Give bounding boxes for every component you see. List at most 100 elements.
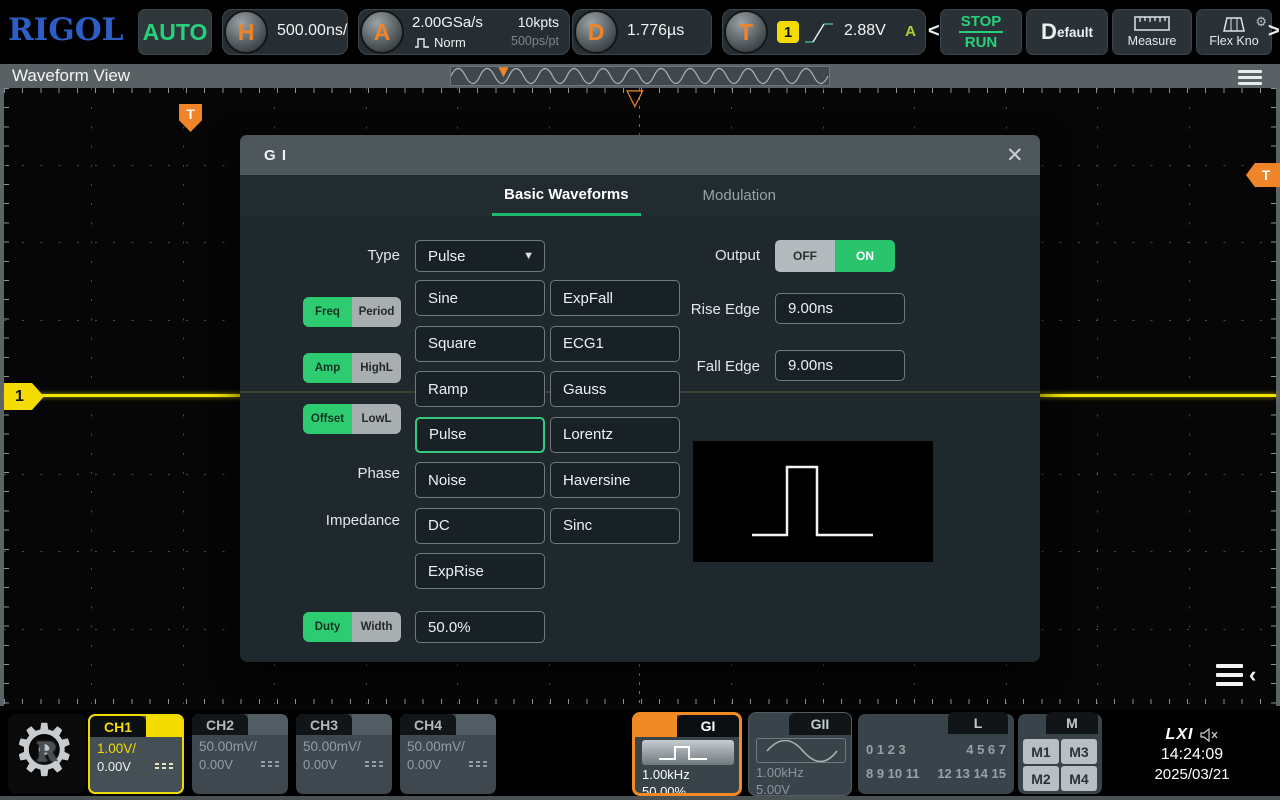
measure-button[interactable]: Measure — [1112, 9, 1192, 55]
logic-analyzer-box[interactable]: L 0 1 2 3 4 5 6 7 8 9 10 11 12 13 14 15 — [858, 714, 1014, 794]
ch1-tab[interactable]: CH1 — [90, 716, 146, 737]
waveform-view-title: Waveform View — [12, 66, 130, 86]
acquire-knob-icon[interactable]: A — [360, 10, 404, 54]
trigger-status-auto[interactable]: AUTO — [138, 9, 212, 55]
waveform-option-ecg1[interactable]: ECG1 — [550, 326, 680, 362]
default-label-rest: efault — [1057, 25, 1093, 40]
sample-rate-value: 2.00GSa/s — [412, 14, 483, 31]
generator1-box[interactable]: GI 1.00kHz 50.00% — [632, 712, 742, 796]
ch3-tab[interactable]: CH3 — [296, 714, 352, 735]
toolbar-scroll-left-icon[interactable]: < — [928, 20, 940, 43]
math-m1-button[interactable]: M1 — [1023, 739, 1059, 764]
waveform-option-pulse[interactable]: Pulse — [415, 417, 545, 453]
offset-toggle-off[interactable]: LowL — [352, 404, 401, 434]
horizontal-knob-icon[interactable]: H — [224, 10, 268, 54]
freq-period-toggle[interactable]: Freq Period — [303, 297, 401, 327]
generator2-box[interactable]: GII 1.00kHz 5.00V — [748, 712, 852, 796]
tab-basic-waveforms[interactable]: Basic Waveforms — [492, 175, 641, 216]
ch1-coupling-icon — [155, 763, 175, 772]
phase-label: Phase — [275, 465, 400, 482]
offset-toggle-on[interactable]: Offset — [303, 404, 352, 434]
waveform-option-sinc[interactable]: Sinc — [550, 508, 680, 544]
timebase-value: 500.00ns/ — [277, 22, 347, 40]
flex-knob-button[interactable]: ⚙ Flex Kno — [1196, 9, 1272, 55]
stop-run-button[interactable]: STOP RUN — [940, 9, 1022, 55]
gii-waveform-icon — [756, 738, 846, 763]
measure-label: Measure — [1128, 34, 1177, 48]
gii-frequency: 1.00kHz — [756, 765, 844, 780]
chevron-down-icon: ▼ — [523, 250, 534, 262]
ch4-coupling-icon — [469, 761, 489, 770]
output-toggle[interactable]: OFF ON — [775, 240, 895, 272]
trigger-settings-pill[interactable]: T 1 2.88V A — [722, 9, 926, 55]
waveform-option-ramp[interactable]: Ramp — [415, 371, 545, 407]
duty-toggle-on[interactable]: Duty — [303, 612, 352, 642]
math-m4-button[interactable]: M4 — [1061, 766, 1097, 791]
trigger-knob-icon[interactable]: T — [724, 10, 768, 54]
horizontal-settings-pill[interactable]: H 500.00ns/ — [222, 9, 348, 55]
freq-toggle-on[interactable]: Freq — [303, 297, 352, 327]
default-button[interactable]: Default — [1026, 9, 1108, 55]
amp-toggle-on[interactable]: Amp — [303, 353, 352, 383]
amp-highl-toggle[interactable]: Amp HighL — [303, 353, 401, 383]
system-status-box[interactable]: LXI 14:24:09 2025/03/21 — [1108, 712, 1276, 796]
waveform-option-exprise[interactable]: ExpRise — [415, 553, 545, 589]
ch4-tab[interactable]: CH4 — [400, 714, 456, 735]
channel-box-ch1[interactable]: CH1 1.00V/ 0.00V — [88, 714, 184, 794]
gii-tab[interactable]: GII — [789, 713, 851, 735]
toolbar-scroll-right-icon[interactable]: > — [1268, 20, 1280, 43]
output-off-option[interactable]: OFF — [775, 240, 835, 272]
dialog-titlebar[interactable] — [240, 135, 1040, 175]
bottom-edge-strip — [0, 796, 1280, 800]
duty-width-toggle[interactable]: Duty Width — [303, 612, 401, 642]
delay-knob-icon[interactable]: D — [574, 10, 618, 54]
run-label: RUN — [965, 34, 998, 51]
rise-edge-label: Rise Edge — [635, 301, 760, 318]
rise-edge-field[interactable]: 9.00ns — [775, 293, 905, 324]
offset-lowl-toggle[interactable]: Offset LowL — [303, 404, 401, 434]
fall-edge-field[interactable]: 9.00ns — [775, 350, 905, 381]
waveform-option-lorentz[interactable]: Lorentz — [550, 417, 680, 453]
channel-box-ch2[interactable]: CH2 50.00mV/ 0.00V — [192, 714, 288, 794]
math-m3-button[interactable]: M3 — [1061, 739, 1097, 764]
waveform-option-noise[interactable]: Noise — [415, 462, 545, 498]
rigol-menu-button[interactable]: ⚙ R — [8, 714, 86, 794]
gi-frequency: 1.00kHz — [642, 767, 732, 782]
logic-tab[interactable]: L — [948, 712, 1008, 734]
channel-box-ch4[interactable]: CH4 50.00mV/ 0.00V — [400, 714, 496, 794]
close-icon[interactable]: ✕ — [1006, 143, 1024, 168]
math-m2-button[interactable]: M2 — [1023, 766, 1059, 791]
gi-tab[interactable]: GI — [677, 715, 739, 737]
waveform-option-sine[interactable]: Sine — [415, 280, 545, 316]
math-box[interactable]: M M1 M3 M2 M4 — [1018, 714, 1102, 794]
duty-toggle-off[interactable]: Width — [352, 612, 401, 642]
delay-settings-pill[interactable]: D 1.776µs — [572, 9, 712, 55]
type-dropdown[interactable]: Pulse ▼ — [415, 240, 545, 272]
acquire-mode-label: Norm — [434, 35, 466, 50]
ch2-tab[interactable]: CH2 — [192, 714, 248, 735]
system-date: 2025/03/21 — [1154, 766, 1229, 783]
waveform-option-square[interactable]: Square — [415, 326, 545, 362]
delay-value: 1.776µs — [627, 22, 684, 40]
trigger-position-marker-icon[interactable]: ▽ — [626, 88, 644, 106]
overview-position-marker-icon[interactable]: ▼ — [495, 62, 512, 82]
waveform-option-gauss[interactable]: Gauss — [550, 371, 680, 407]
tab-modulation[interactable]: Modulation — [691, 175, 788, 216]
waveform-option-haversine[interactable]: Haversine — [550, 462, 680, 498]
waveform-option-dc[interactable]: DC — [415, 508, 545, 544]
freq-toggle-off[interactable]: Period — [352, 297, 401, 327]
math-tab[interactable]: M — [1046, 712, 1098, 734]
flex-knob-label: Flex Kno — [1209, 34, 1258, 48]
collapse-menu-icon[interactable]: ‹ — [1216, 662, 1256, 688]
sample-resolution-value: 500ps/pt — [511, 34, 559, 48]
ch4-scale: 50.00mV/ — [407, 739, 489, 754]
waveform-menu-icon[interactable] — [1238, 70, 1262, 85]
channel-box-ch3[interactable]: CH3 50.00mV/ 0.00V — [296, 714, 392, 794]
top-toolbar: RIGOL AUTO H 500.00ns/ A 2.00GSa/s Norm … — [0, 0, 1280, 64]
output-on-option[interactable]: ON — [835, 240, 895, 272]
acquisition-settings-pill[interactable]: A 2.00GSa/s Norm 10kpts 500ps/pt — [358, 9, 570, 55]
duty-value-field[interactable]: 50.0% — [415, 611, 545, 643]
fall-edge-label: Fall Edge — [635, 358, 760, 375]
ch1-scale: 1.00V/ — [97, 741, 175, 756]
amp-toggle-off[interactable]: HighL — [352, 353, 401, 383]
